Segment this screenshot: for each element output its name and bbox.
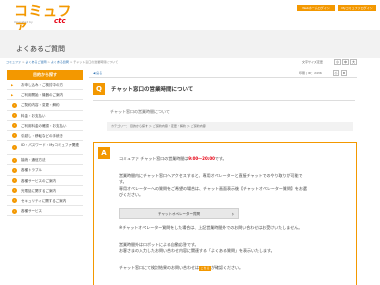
chevron-right-icon: › bbox=[12, 167, 17, 173]
chevron-right-icon: › bbox=[12, 102, 17, 108]
here-link[interactable]: こちら bbox=[198, 266, 211, 271]
answer-box: A コミュファ チャット窓口の営業時間は9:00〜20:00です。 営業時間内に… bbox=[93, 142, 357, 285]
font-size-large-button[interactable]: 大 bbox=[350, 59, 357, 65]
web-login-button[interactable]: Webホームログイン bbox=[297, 5, 335, 11]
page-title: よくあるご質問 bbox=[16, 45, 65, 53]
sidebar-heading: 目的から探す bbox=[7, 70, 83, 80]
sidebar-item-label: ご利用料金の確認・お支払い bbox=[21, 123, 67, 128]
chevron-right-icon: › bbox=[12, 123, 17, 129]
font-size-label: 文字サイズ変更 bbox=[302, 60, 323, 64]
main-content: ◀ 戻る 印刷 | ID：2436 ⎙ ★ Q チャット窓口の営業時間について … bbox=[89, 70, 357, 285]
business-hours: 9:00〜20:00 bbox=[188, 156, 215, 161]
sidebar-item-security[interactable]: › セキュリティに関するご案内 bbox=[7, 196, 83, 207]
sidebar-item-label: お申し込み・ご検討中の方 bbox=[21, 83, 63, 87]
answer-text: お客さまの入力したお問い合わせ内容に関連する「よくある質問」を表示いたします。 bbox=[119, 248, 275, 253]
sidebar-item-label: セキュリティに関するご案内 bbox=[21, 198, 67, 203]
sidebar-item-usage-fee[interactable]: › ご利用料金の確認・お支払い bbox=[7, 121, 83, 131]
logo-operated-by: Operated by bbox=[14, 20, 33, 24]
sidebar-item-services[interactable]: › 各種サービス bbox=[7, 206, 83, 217]
print-icon[interactable]: ⎙ bbox=[333, 70, 339, 76]
divider bbox=[93, 100, 355, 101]
chevron-right-icon: › bbox=[12, 198, 17, 204]
sidebar-item-moving[interactable]: › 引越し・移転などの手続き bbox=[7, 131, 83, 142]
breadcrumb-item-faq[interactable]: よくあるご質問 bbox=[25, 60, 46, 64]
chevron-right-icon: › bbox=[231, 211, 234, 218]
site-header: コミュファ Operated by ctc Webホームログイン Myコミュファ… bbox=[0, 0, 380, 35]
back-link[interactable]: ◀ 戻る bbox=[93, 71, 102, 75]
answer-text: 営業時間内にチャット窓口へアクセスすると、専用オペレーターと直接チャットでのやり… bbox=[119, 173, 303, 178]
breadcrumb: コミュファ > よくあるご質問 > よくある質問 > チャット窓口の営業時間につ… bbox=[6, 60, 119, 64]
chevron-right-icon: › bbox=[12, 208, 17, 214]
sidebar-item-application[interactable]: ▶ お申し込み・ご検討中の方 bbox=[7, 80, 83, 91]
answer-text: コミュファ チャット窓口の営業時間は bbox=[119, 156, 189, 161]
chevron-right-icon: › bbox=[12, 113, 17, 119]
question-title: チャット窓口の営業時間について bbox=[111, 87, 194, 93]
sidebar-item-label: 引越し・移転などの手続き bbox=[21, 133, 63, 138]
arrow-right-icon: ▶ bbox=[11, 83, 14, 87]
sidebar-item-label: ご利用開始・機器のご案内 bbox=[21, 93, 63, 98]
answer-text: 専用オペレーターへの質問をご希望の場合は、チャット画面表示後【チャットオペレータ… bbox=[119, 186, 307, 191]
chevron-right-icon: › bbox=[12, 145, 17, 151]
sidebar-item-billing[interactable]: › 料金・お支払い bbox=[7, 111, 83, 121]
answer-text: です。 bbox=[214, 156, 227, 161]
font-size-small-button[interactable]: 小 bbox=[334, 59, 341, 65]
my-commufa-login-button[interactable]: Myコミュファログイン bbox=[338, 5, 376, 11]
font-size-medium-button[interactable]: 中 bbox=[342, 59, 349, 65]
sidebar-item-label: 各種トラブル bbox=[21, 168, 42, 173]
answer-text: びください。 bbox=[119, 192, 143, 197]
bookmark-icon[interactable]: ★ bbox=[341, 70, 347, 76]
chat-operator-button[interactable]: チャットオペレーター質問 › bbox=[119, 208, 239, 219]
sidebar-item-label: ご契約内容・変更・解約 bbox=[21, 103, 60, 108]
answer-hours-line: コミュファ チャット窓口の営業時間は9:00〜20:00です。 bbox=[119, 156, 227, 162]
answer-note: ※チャットオペレーター質問をした場合は、上記営業時間外でのお問い合わせはお受けい… bbox=[119, 225, 303, 230]
breadcrumb-item-home[interactable]: コミュファ bbox=[6, 60, 21, 64]
sidebar-item-connection[interactable]: › 接続・通信方法 bbox=[7, 155, 83, 166]
question-header: Q チャット窓口の営業時間について bbox=[93, 83, 355, 97]
sidebar-item-start-guide[interactable]: ▶ ご利用開始・機器のご案内 bbox=[7, 90, 83, 101]
sidebar-item-label: 料金・お支払い bbox=[21, 113, 46, 118]
question-badge: Q bbox=[93, 83, 105, 95]
chevron-right-icon: › bbox=[12, 157, 17, 163]
sidebar: 目的から探す ▶ お申し込み・ご検討中の方 ▶ ご利用開始・機器のご案内 › ご契約内… bbox=[7, 70, 83, 285]
sidebar-item-services-guide[interactable]: › 各種サービスのご案内 bbox=[7, 176, 83, 186]
category-path: カテゴリー： 目的から探す ＞ ご契約内容・変更・解約 ＞ ご契約内容 bbox=[107, 122, 353, 131]
breadcrumb-item-faq-list[interactable]: よくある質問 bbox=[51, 60, 69, 64]
answer-text: チャット窓口にて検討結果のお問い合わせは bbox=[119, 265, 199, 270]
answer-contact-line: チャット窓口にて検討結果のお問い合わせは こちら が確認ください。 bbox=[119, 265, 243, 271]
answer-text: す。 bbox=[119, 179, 127, 184]
sidebar-item-trouble[interactable]: › 各種トラブル bbox=[7, 165, 83, 176]
faq-toolbar: ◀ 戻る 印刷 | ID：2436 ⎙ ★ bbox=[89, 70, 357, 78]
arrow-right-icon: ▶ bbox=[11, 93, 14, 98]
answer-badge: A bbox=[98, 147, 110, 159]
sidebar-item-label: ID・パスワード・Myコミュファ関連 bbox=[21, 143, 79, 148]
sidebar-item-label: 接続・通信方法 bbox=[21, 158, 46, 163]
logo-ctc: ctc bbox=[54, 17, 66, 25]
chevron-right-icon: › bbox=[12, 178, 17, 183]
faq-id-label: 印刷 | ID：2436 bbox=[299, 71, 322, 75]
question-body: チャット窓口の営業時間について bbox=[110, 109, 170, 114]
sidebar-item-id-password[interactable]: › ID・パスワード・Myコミュファ関連 bbox=[7, 141, 83, 156]
sidebar-item-phone[interactable]: › 光電話に関するご案内 bbox=[7, 186, 83, 196]
commufa-logo[interactable]: コミュファ Operated by ctc bbox=[14, 5, 84, 35]
page-title-bar: よくあるご質問 bbox=[0, 30, 380, 58]
sidebar-item-label: 各種サービスのご案内 bbox=[21, 178, 56, 183]
chevron-right-icon: › bbox=[12, 188, 17, 194]
chat-operator-button-label: チャットオペレーター質問 bbox=[158, 212, 200, 216]
sidebar-item-contract[interactable]: › ご契約内容・変更・解約 bbox=[7, 100, 83, 111]
sidebar-item-label: 光電話に関するご案内 bbox=[21, 188, 56, 193]
breadcrumb-item-current: チャット窓口の営業時間について bbox=[73, 60, 119, 64]
answer-text: が確認ください。 bbox=[210, 265, 243, 270]
chevron-right-icon: › bbox=[12, 133, 17, 139]
sidebar-item-label: 各種サービス bbox=[21, 209, 42, 214]
